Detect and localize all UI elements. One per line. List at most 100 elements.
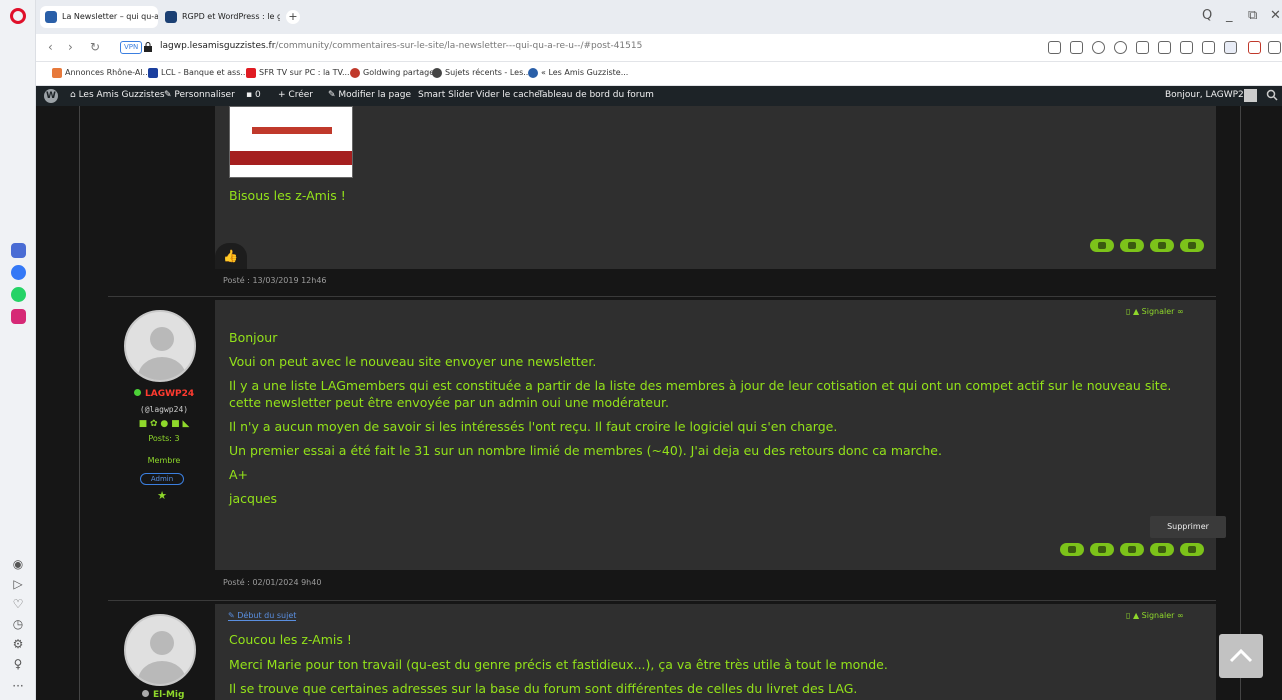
reply-button[interactable] [1060,543,1084,556]
heart-icon[interactable]: ♡ [10,596,26,612]
avatar-shape [138,357,186,380]
delete-tooltip: Supprimer [1150,516,1226,538]
settings-icon[interactable]: ⚙ [10,636,26,652]
opera-sidebar: ◉ ▷ ♡ ◷ ⚙ ♀ ··· [0,0,36,700]
whatsapp-icon[interactable] [11,287,26,302]
edit-icon [1158,546,1166,553]
vpn-badge[interactable]: VPN [120,41,143,54]
author-avatar[interactable] [124,614,196,686]
bookmark-sfr[interactable]: SFR TV sur PC : la TV... [246,68,350,78]
tab-rgpd[interactable]: RGPD et WordPress : le gu… [160,6,280,28]
lock-icon[interactable] [144,42,152,52]
heart-outline-icon[interactable] [1158,41,1171,54]
author-name[interactable]: El-Mig [142,690,184,700]
wp-smart-slider-link[interactable]: Smart Slider [418,90,474,100]
bookmark-annonces[interactable]: Annonces Rhône-Al... [52,68,150,78]
online-status-icon [134,389,141,396]
wordpress-favicon-icon [45,11,57,23]
author-name[interactable]: LAGWP24 [134,389,194,399]
wp-customize-link[interactable]: ✎ Personnaliser [164,90,235,100]
opera-logo-icon[interactable] [10,8,26,24]
link-icon: ∞ [1177,611,1184,620]
wp-site-link[interactable]: ⌂ Les Amis Guzzistes [70,90,165,100]
page-rail [79,106,80,700]
restore-button[interactable]: ⧉ [1248,8,1257,23]
play-icon[interactable] [1136,41,1149,54]
bookmark-sujets[interactable]: Sujets récents - Les... [432,68,531,78]
player-icon[interactable]: ◉ [10,556,26,572]
tab-newsletter[interactable]: La Newsletter – qui qu-a-r… [40,6,158,28]
attachment-image[interactable] [229,106,353,178]
back-icon[interactable]: ‹ [48,40,53,54]
post-text: cette newsletter peut être envoyée par u… [229,395,670,410]
instagram-icon[interactable] [11,309,26,324]
bookmark-amis-guzzistes[interactable]: « Les Amis Guzziste... [528,68,628,78]
lightbulb-icon[interactable]: ♀ [10,656,26,672]
cube-icon[interactable] [1268,41,1281,54]
quote-button[interactable] [1090,543,1114,556]
link-icon: ∞ [1177,307,1184,316]
edit-icon[interactable] [1070,41,1083,54]
avatar-shape [150,631,174,655]
bookmark-favicon-icon [528,68,538,78]
reply-icon [1068,546,1076,553]
shield-icon[interactable] [1114,41,1127,54]
author-avatar[interactable] [124,310,196,382]
reload-icon[interactable]: ↻ [90,40,100,54]
wp-greeting[interactable]: Bonjour, LAGWP24 [1165,90,1250,100]
download-icon[interactable] [1180,41,1193,54]
scroll-to-top-button[interactable] [1219,634,1263,678]
forward-icon[interactable]: › [68,40,73,54]
url-field[interactable]: lagwp.lesamisguzzistes.fr/community/comm… [160,41,642,51]
wp-comments-link[interactable]: ▪ 0 [246,90,261,100]
post-content [215,106,1216,269]
info-button[interactable] [1120,239,1144,252]
easy-setup-icon[interactable] [1202,41,1215,54]
wordpress-logo-icon[interactable]: W [44,89,58,103]
new-tab-button[interactable]: + [286,10,300,24]
post-content [215,300,1216,570]
post-text: Coucou les z-Amis ! [229,632,352,647]
reader-icon[interactable] [1048,41,1061,54]
edit-button[interactable] [1150,543,1174,556]
delete-button[interactable] [1180,239,1204,252]
post-text: Bisous les z-Amis ! [229,188,346,203]
tab-search-icon[interactable]: Q [1202,8,1212,23]
post-divider [108,600,1216,601]
extension-icon[interactable] [1248,41,1261,54]
bookmark-favicon-icon [350,68,360,78]
camera-icon[interactable] [1092,41,1105,54]
wp-forum-dashboard-link[interactable]: Tableau de bord du forum [538,90,654,100]
post-divider [108,296,1216,297]
close-button[interactable]: ✕ [1270,8,1281,23]
report-link[interactable]: ▯ ▲ Signaler ∞ [1126,307,1184,316]
minimize-button[interactable]: _ [1226,8,1233,23]
wp-edit-page-link[interactable]: ✎ Modifier la page [328,90,411,100]
url-domain: lagwp.lesamisguzzistes.fr [160,41,276,51]
send-icon[interactable]: ▷ [10,576,26,592]
trash-icon [1188,242,1196,249]
wp-create-link[interactable]: + Créer [278,90,313,100]
aria-app-icon[interactable] [11,243,26,258]
bookmark-lcl[interactable]: LCL - Banque et ass... [148,68,248,78]
more-icon[interactable]: ··· [10,678,26,694]
url-path: /community/commentaires-sur-le-site/la-n… [275,41,643,51]
search-icon[interactable] [1266,89,1278,101]
history-icon[interactable]: ◷ [10,616,26,632]
edit-button[interactable] [1150,239,1174,252]
user-avatar[interactable] [1244,89,1257,102]
profile-icon[interactable] [1224,41,1237,54]
messenger-icon[interactable] [11,265,26,280]
avatar-shape [138,661,186,684]
post-text: Voui on peut avec le nouveau site envoye… [229,354,597,369]
wp-clear-cache-link[interactable]: Vider le cache [476,90,540,100]
chevron-up-icon [1229,648,1253,663]
image-detail [230,151,352,165]
thumbs-up-icon[interactable]: 👍 [223,249,238,263]
quote-button[interactable] [1090,239,1114,252]
report-link[interactable]: ▯ ▲ Signaler ∞ [1126,611,1184,620]
post-text: Il n'y a aucun moyen de savoir si les in… [229,419,838,434]
info-button[interactable] [1120,543,1144,556]
bookmark-goldwing[interactable]: Goldwing partage [350,68,434,78]
delete-button[interactable] [1180,543,1204,556]
